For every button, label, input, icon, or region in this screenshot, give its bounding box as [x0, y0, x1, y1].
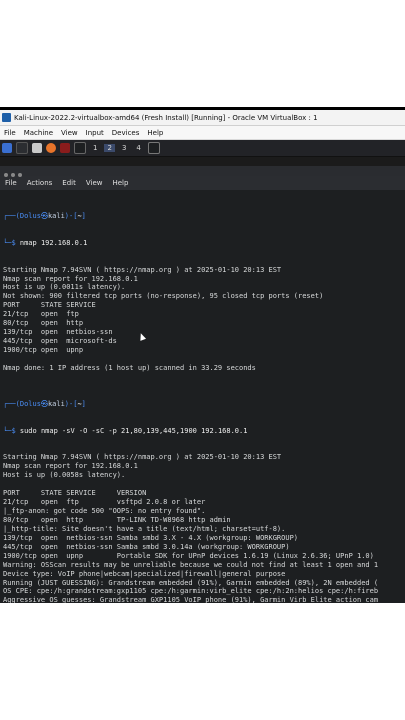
kali-tools-icon[interactable]: [60, 143, 70, 153]
terminal-window: File Actions Edit View Help ┌──(Dolus㉿ka…: [0, 166, 405, 603]
workspace-1[interactable]: 1: [90, 144, 100, 152]
output-line: Nmap scan report for 192.168.0.1: [3, 274, 138, 283]
workspace-4[interactable]: 4: [133, 144, 143, 152]
menu-devices[interactable]: Devices: [108, 129, 144, 137]
output-line: 80/tcp open http TP-LINK TD-W8968 http a…: [3, 515, 231, 524]
virtualbox-window: Kali-Linux-2022.2-virtualbox-amd64 (Fres…: [0, 110, 405, 603]
output-line: 445/tcp open netbios-ssn Samba smbd 3.0.…: [3, 542, 290, 551]
terminal-menu-bar: File Actions Edit View Help: [0, 176, 405, 190]
firefox-icon[interactable]: [46, 143, 56, 153]
output-line: 139/tcp open netbios-ssn: [3, 328, 113, 337]
command-line: └─$ sudo nmap -sV -O -sC -p 21,80,139,44…: [3, 426, 248, 435]
console-icon[interactable]: [74, 142, 86, 154]
command-line: └─$ nmap 192.168.0.1: [3, 238, 88, 247]
output-line: PORT STATE SERVICE: [3, 301, 96, 310]
output-line: Running (JUST GUESSING): Grandstream emb…: [3, 578, 379, 587]
open-terminal-task-icon[interactable]: [147, 142, 160, 154]
output-line: 80/tcp open http: [3, 319, 84, 328]
files-icon[interactable]: [32, 143, 42, 153]
output-line: Nmap done: 1 IP address (1 host up) scan…: [3, 363, 256, 372]
output-line: OS CPE: cpe:/h:grandstream:gxp1105 cpe:/…: [3, 587, 379, 596]
output-line: 21/tcp open ftp: [3, 310, 79, 319]
output-line: |_ftp-anon: got code 500 "OOPS: no entry…: [3, 507, 206, 515]
output-line: 445/tcp open microsoft-ds: [3, 337, 117, 346]
workspace-2[interactable]: 2: [104, 144, 115, 152]
output-line: PORT STATE SERVICE VERSION: [3, 489, 147, 498]
scan-output-2: Starting Nmap 7.94SVN ( https://nmap.org…: [3, 453, 402, 603]
output-line: Not shown: 900 filtered tcp ports (no-re…: [3, 292, 324, 301]
prompt-line: ┌──(Dolus㉿kali)-[~]: [3, 399, 86, 408]
output-line: 1900/tcp open upnp Portable SDK for UPnP…: [3, 551, 374, 560]
output-line: Nmap scan report for 192.168.0.1: [3, 462, 138, 471]
output-line: |_http-title: Site doesn't have a title …: [3, 524, 286, 533]
output-line: Host is up (0.0058s latency).: [3, 471, 126, 480]
bottom-letterbox: [0, 603, 405, 720]
output-line: Warning: OSScan results may be unreliabl…: [3, 560, 379, 569]
term-menu-file[interactable]: File: [0, 179, 22, 187]
kali-taskbar: 1 2 3 4: [0, 140, 405, 157]
vbox-title-bar: Kali-Linux-2022.2-virtualbox-amd64 (Fres…: [0, 110, 405, 126]
menu-view[interactable]: View: [57, 129, 82, 137]
output-line: Device type: VoIP phone|webcam|specializ…: [3, 569, 286, 578]
menu-file[interactable]: File: [0, 129, 20, 137]
terminal-output[interactable]: ┌──(Dolus㉿kali)-[~] └─$ nmap 192.168.0.1…: [0, 190, 405, 603]
terminal-titlebar: [0, 166, 405, 177]
output-line: Starting Nmap 7.94SVN ( https://nmap.org…: [3, 265, 282, 274]
menu-help[interactable]: Help: [143, 129, 167, 137]
output-line: 1900/tcp open upnp: [3, 346, 84, 355]
window-controls: [4, 162, 25, 181]
output-line: 21/tcp open ftp vsftpd 2.0.8 or later: [3, 498, 206, 507]
prompt-line: ┌──(Dolus㉿kali)-[~]: [3, 211, 86, 220]
term-menu-edit[interactable]: Edit: [57, 179, 81, 187]
output-line: 139/tcp open netbios-ssn Samba smbd 3.X …: [3, 533, 299, 542]
scan-output-1: Starting Nmap 7.94SVN ( https://nmap.org…: [3, 266, 402, 382]
vbox-menu-bar: File Machine View Input Devices Help: [0, 126, 405, 140]
output-line: Host is up (0.0011s latency).: [3, 283, 126, 292]
virtualbox-icon: [2, 113, 11, 122]
top-letterbox: [0, 0, 405, 107]
workspace-3[interactable]: 3: [119, 144, 129, 152]
term-menu-actions[interactable]: Actions: [22, 179, 58, 187]
terminal-launcher-icon[interactable]: [16, 142, 28, 154]
window-title: Kali-Linux-2022.2-virtualbox-amd64 (Fres…: [14, 113, 318, 122]
term-menu-view[interactable]: View: [81, 179, 108, 187]
output-line: Starting Nmap 7.94SVN ( https://nmap.org…: [3, 453, 282, 462]
menu-machine[interactable]: Machine: [20, 129, 57, 137]
output-line: Aggressive OS guesses: Grandstream GXP11…: [3, 596, 379, 603]
term-menu-help[interactable]: Help: [107, 179, 133, 187]
menu-input[interactable]: Input: [82, 129, 108, 137]
kali-menu-icon[interactable]: [2, 143, 12, 153]
